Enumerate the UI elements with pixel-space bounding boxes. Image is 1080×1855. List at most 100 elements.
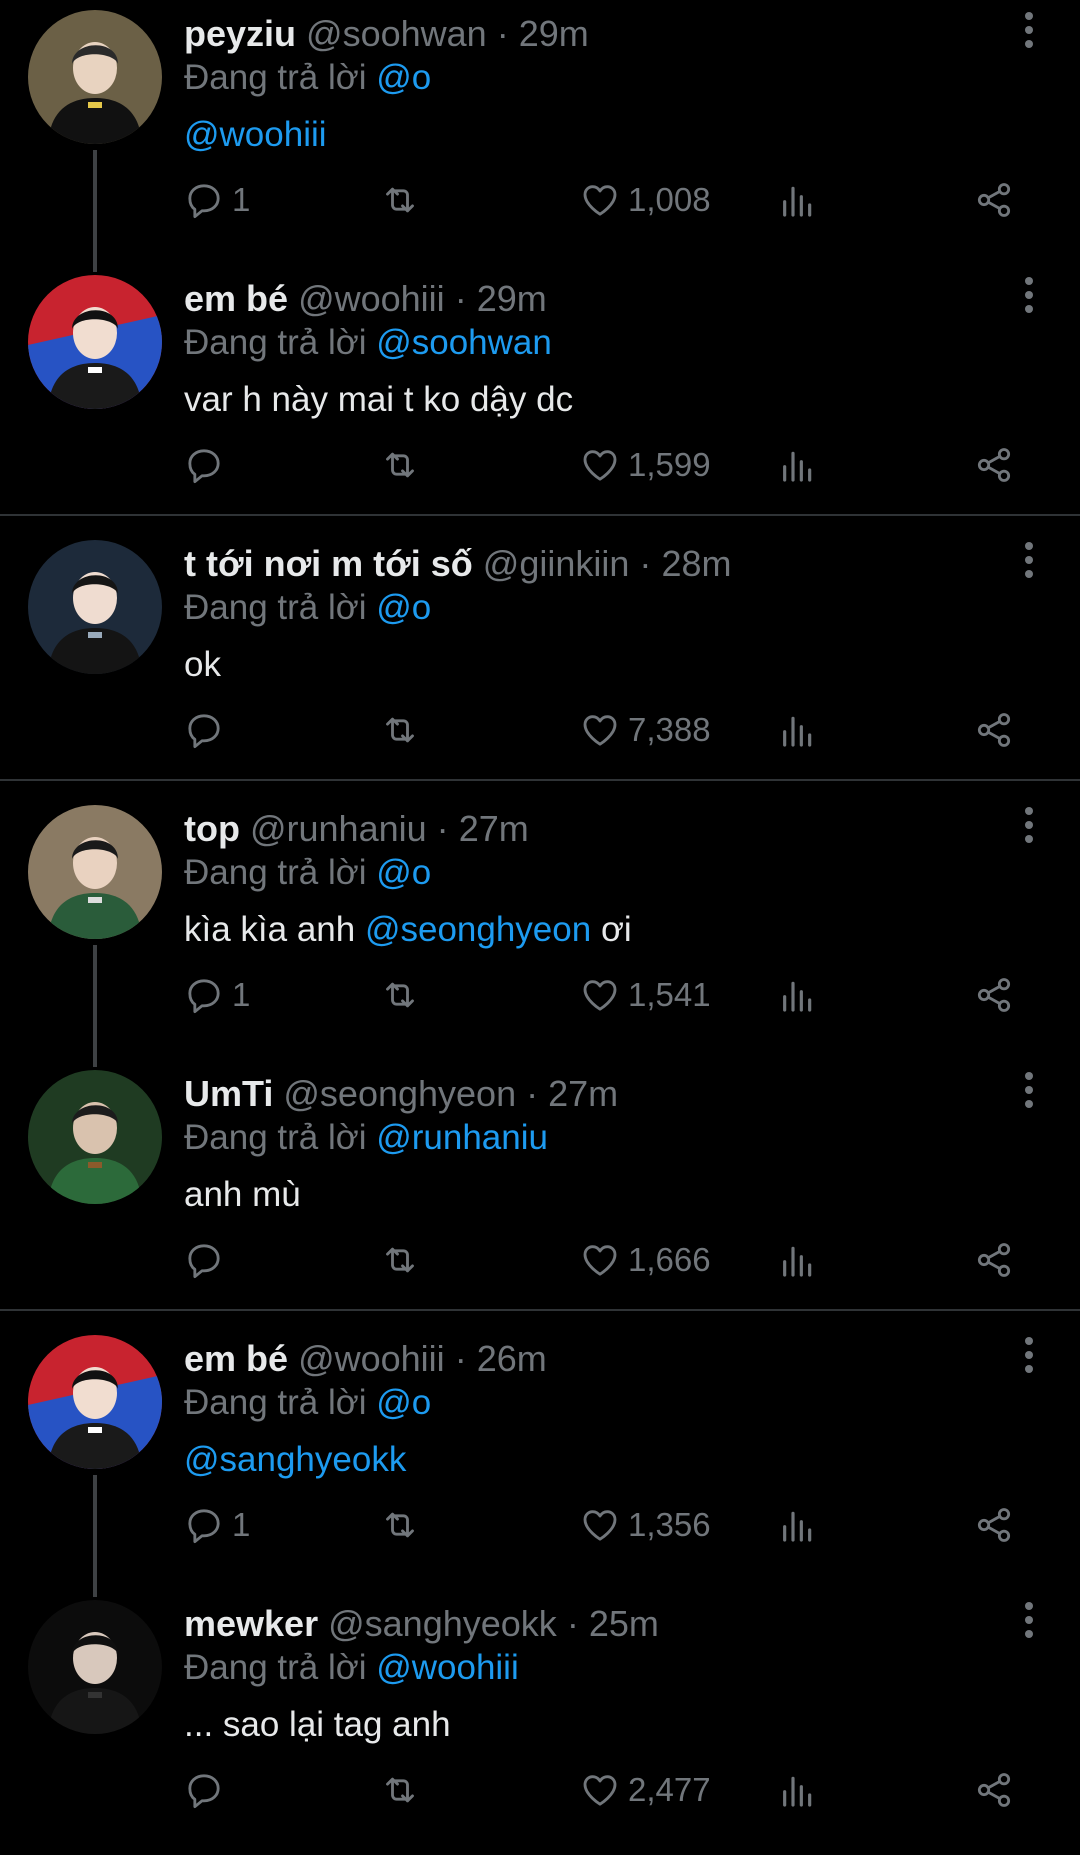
- reply-button[interactable]: 1: [184, 1500, 250, 1550]
- reply-button[interactable]: [184, 440, 232, 490]
- timestamp[interactable]: 27m: [548, 1073, 618, 1114]
- tweet-mention[interactable]: @seonghyeon: [365, 910, 591, 949]
- retweet-button[interactable]: [380, 440, 420, 490]
- share-button[interactable]: [974, 705, 1014, 755]
- user-handle[interactable]: @giinkiin: [483, 543, 630, 584]
- more-options-icon[interactable]: [1022, 1337, 1036, 1373]
- share-icon: [977, 183, 1011, 217]
- timestamp[interactable]: 26m: [477, 1338, 547, 1379]
- like-button[interactable]: 2,477: [580, 1765, 711, 1815]
- views-button[interactable]: [778, 175, 818, 225]
- analytics-icon: [783, 1776, 812, 1807]
- reply-button[interactable]: [184, 705, 232, 755]
- tweet[interactable]: top @runhaniu · 27m Đang trả lời @o kìa …: [0, 795, 1080, 1067]
- reply-button[interactable]: [184, 1765, 232, 1815]
- share-icon: [977, 978, 1011, 1012]
- timestamp[interactable]: 29m: [477, 278, 547, 319]
- replying-to-mention[interactable]: @o: [376, 1383, 431, 1422]
- tweet[interactable]: em bé @woohiii · 26m Đang trả lời @o @sa…: [0, 1325, 1080, 1597]
- more-options-icon[interactable]: [1022, 1072, 1036, 1108]
- tweet[interactable]: mewker @sanghyeokk · 25m Đang trả lời @w…: [0, 1590, 1080, 1855]
- user-handle[interactable]: @soohwan: [306, 13, 487, 54]
- views-button[interactable]: [778, 705, 818, 755]
- like-button[interactable]: 1,666: [580, 1235, 711, 1285]
- avatar[interactable]: [28, 1600, 162, 1734]
- retweet-button[interactable]: [380, 1235, 420, 1285]
- retweet-button[interactable]: [380, 1765, 420, 1815]
- replying-to-mention[interactable]: @o: [376, 58, 431, 97]
- display-name[interactable]: peyziu: [184, 13, 296, 54]
- tweet-mention[interactable]: @sanghyeokk: [184, 1440, 406, 1479]
- share-button[interactable]: [974, 175, 1014, 225]
- tweet[interactable]: em bé @woohiii · 29m Đang trả lời @soohw…: [0, 265, 1080, 530]
- tweet[interactable]: UmTi @seonghyeon · 27m Đang trả lời @run…: [0, 1060, 1080, 1325]
- tweet-header: peyziu @soohwan · 29m: [184, 14, 589, 54]
- user-handle[interactable]: @woohiii: [298, 1338, 445, 1379]
- retweet-button[interactable]: [380, 175, 420, 225]
- more-options-icon[interactable]: [1022, 542, 1036, 578]
- share-button[interactable]: [974, 1235, 1014, 1285]
- reply-button[interactable]: 1: [184, 175, 250, 225]
- views-button[interactable]: [778, 970, 818, 1020]
- avatar[interactable]: [28, 540, 162, 674]
- display-name[interactable]: em bé: [184, 278, 288, 319]
- replying-to-mention[interactable]: @woohiii: [376, 1648, 519, 1687]
- action-bar: 1 1,356: [184, 1500, 1044, 1550]
- views-button[interactable]: [778, 1765, 818, 1815]
- more-options-icon[interactable]: [1022, 277, 1036, 313]
- retweet-button[interactable]: [380, 705, 420, 755]
- timestamp[interactable]: 29m: [519, 13, 589, 54]
- replying-to-mention[interactable]: @soohwan: [376, 323, 552, 362]
- timestamp[interactable]: 28m: [661, 543, 731, 584]
- display-name[interactable]: top: [184, 808, 240, 849]
- share-button[interactable]: [974, 970, 1014, 1020]
- avatar[interactable]: [28, 1070, 162, 1204]
- views-button[interactable]: [778, 440, 818, 490]
- tweet-header: t tới nơi m tới số @giinkiin · 28m: [184, 544, 731, 584]
- replying-to-mention[interactable]: @o: [376, 853, 431, 892]
- like-count: 7,388: [628, 711, 711, 748]
- tweet-header: em bé @woohiii · 29m: [184, 279, 547, 319]
- timestamp[interactable]: 25m: [589, 1603, 659, 1644]
- avatar[interactable]: [28, 275, 162, 409]
- share-button[interactable]: [974, 1500, 1014, 1550]
- share-button[interactable]: [974, 1765, 1014, 1815]
- replying-to-mention[interactable]: @runhaniu: [376, 1118, 548, 1157]
- tweet[interactable]: t tới nơi m tới số @giinkiin · 28m Đang …: [0, 530, 1080, 795]
- reply-button[interactable]: [184, 1235, 232, 1285]
- tweet-text-content: ok: [184, 645, 221, 684]
- avatar[interactable]: [28, 10, 162, 144]
- views-button[interactable]: [778, 1235, 818, 1285]
- retweet-button[interactable]: [380, 970, 420, 1020]
- timestamp[interactable]: 27m: [459, 808, 529, 849]
- tweet[interactable]: peyziu @soohwan · 29m Đang trả lời @o @w…: [0, 0, 1080, 272]
- retweet-icon: [386, 982, 414, 1008]
- user-handle[interactable]: @woohiii: [298, 278, 445, 319]
- reply-button[interactable]: 1: [184, 970, 250, 1020]
- share-button[interactable]: [974, 440, 1014, 490]
- more-options-icon[interactable]: [1022, 807, 1036, 843]
- user-handle[interactable]: @sanghyeokk: [328, 1603, 557, 1644]
- like-button[interactable]: 1,541: [580, 970, 711, 1020]
- replying-to-mention[interactable]: @o: [376, 588, 431, 627]
- display-name[interactable]: em bé: [184, 1338, 288, 1379]
- thread-connector: [93, 150, 97, 272]
- views-button[interactable]: [778, 1500, 818, 1550]
- retweet-button[interactable]: [380, 1500, 420, 1550]
- display-name[interactable]: t tới nơi m tới số: [184, 543, 473, 584]
- user-handle[interactable]: @runhaniu: [250, 808, 427, 849]
- like-button[interactable]: 1,599: [580, 440, 711, 490]
- tweet-text-content: ... sao lại tag anh: [184, 1705, 451, 1744]
- display-name[interactable]: mewker: [184, 1603, 318, 1644]
- user-handle[interactable]: @seonghyeon: [283, 1073, 516, 1114]
- like-button[interactable]: 1,356: [580, 1500, 711, 1550]
- like-button[interactable]: 7,388: [580, 705, 711, 755]
- avatar[interactable]: [28, 1335, 162, 1469]
- like-button[interactable]: 1,008: [580, 175, 711, 225]
- tweet-mention[interactable]: @woohiii: [184, 115, 327, 154]
- display-name[interactable]: UmTi: [184, 1073, 273, 1114]
- more-options-icon[interactable]: [1022, 1602, 1036, 1638]
- more-options-icon[interactable]: [1022, 12, 1036, 48]
- avatar[interactable]: [28, 805, 162, 939]
- retweet-icon: [386, 1247, 414, 1273]
